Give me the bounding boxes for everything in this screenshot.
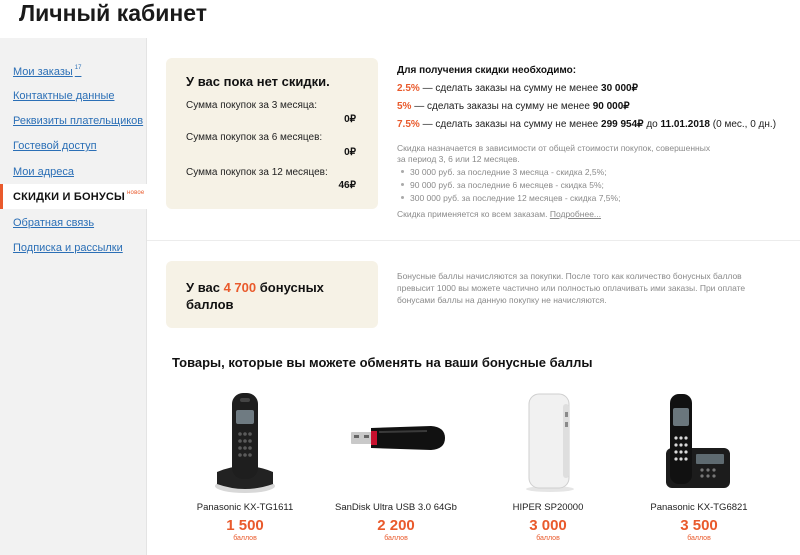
requirement-amount: 299 954₽ (601, 119, 644, 130)
page-title: Личный кабинет (19, 0, 207, 26)
requirement-amount: 30 000₽ (601, 83, 638, 94)
sidebar-item-guest-access[interactable]: Гостевой доступ (13, 140, 97, 152)
usb-flash-drive-icon (321, 390, 471, 496)
footnote-text: Скидка применяется ко всем заказам. (397, 209, 548, 219)
bonus-card: У вас 4 700 бонусных баллов (166, 261, 378, 328)
sidebar-item-feedback[interactable]: Обратная связь (13, 217, 94, 229)
requirement-percent: 2.5% (397, 83, 420, 94)
section-divider (147, 240, 800, 241)
goods-title: Товары, которые вы можете обменять на ва… (172, 355, 593, 370)
requirement-percent: 5% (397, 101, 412, 112)
sidebar-item-payers[interactable]: Реквизиты плательщиков (13, 115, 143, 127)
power-bank-icon (473, 390, 623, 496)
sum-12-months-value: 46₽ (338, 180, 357, 191)
sum-6-months-label: Сумма покупок за 6 месяцев: (186, 132, 323, 143)
list-item: 90 000 руб. за последние 6 месяцев - ски… (401, 180, 620, 190)
cordless-phone-icon (170, 390, 320, 496)
bonus-note: Бонусные баллы начисляются за покупки. П… (397, 271, 746, 305)
product-name: HIPER SP20000 (512, 502, 584, 513)
list-item: 30 000 руб. за последние 3 месяца - скид… (401, 167, 620, 177)
product-name: Panasonic KX-TG1611 (196, 502, 294, 513)
product-card[interactable]: HIPER SP20000 3 000 баллов (473, 390, 623, 542)
bullet-icon (401, 196, 404, 199)
bonus-balance: У вас 4 700 бонусных баллов (186, 279, 366, 313)
product-price: 2 200 (377, 517, 415, 534)
requirement-remaining: (0 мес., 0 дн.) (710, 119, 777, 130)
sum-12-months-label: Сумма покупок за 12 месяцев: (186, 167, 328, 178)
requirement-mid: до (643, 119, 661, 130)
sidebar-item-label: Мои заказы (13, 66, 73, 78)
cordless-phone-base-icon (624, 390, 774, 496)
product-price: 3 500 (680, 517, 718, 534)
discount-requirements: Для получения скидки необходимо: 2.5% — … (397, 65, 792, 137)
requirement-row: 5% — сделать заказы на сумму не менее 90… (397, 101, 792, 112)
discount-footnote: Скидка применяется ко всем заказам. Подр… (397, 209, 601, 219)
orders-count-badge: 17 (74, 65, 82, 71)
new-badge: новое (127, 190, 145, 196)
sum-3-months-label: Сумма покупок за 3 месяца: (186, 100, 317, 111)
sidebar-item-discounts[interactable]: СКИДКИ И БОНУСЫ новое (0, 184, 147, 209)
requirements-title: Для получения скидки необходимо: (397, 65, 577, 76)
bonus-prefix: У вас (186, 280, 224, 295)
more-link[interactable]: Подробнее... (550, 209, 601, 219)
product-card[interactable]: Panasonic KX-TG1611 1 500 баллов (170, 390, 320, 542)
bullet-icon (401, 170, 404, 173)
sum-6-months-value: 0₽ (344, 147, 356, 158)
requirement-amount: 90 000₽ (592, 101, 630, 112)
sidebar: Мои заказы 17 Контактные данные Реквизиты… (0, 38, 147, 555)
product-card[interactable]: SanDisk Ultra USB 3.0 64Gb 2 200 баллов (321, 390, 471, 542)
requirement-text: — сделать заказы на сумму не менее (419, 119, 602, 130)
requirement-text: — сделать заказы на сумму не менее (419, 83, 602, 94)
product-price: 1 500 (226, 517, 264, 534)
requirement-date: 11.01.2018 (660, 119, 711, 130)
requirement-row: 7.5% — сделать заказы на сумму не менее … (397, 119, 792, 130)
product-name: Panasonic KX-TG6821 (650, 502, 748, 513)
sidebar-item-contacts[interactable]: Контактные данные (13, 90, 114, 102)
requirement-percent: 7.5% (397, 119, 420, 130)
requirement-row: 2.5% — сделать заказы на сумму не менее … (397, 83, 792, 94)
product-price-unit: баллов (687, 535, 711, 542)
sidebar-item-orders[interactable]: Мои заказы 17 (13, 65, 81, 78)
product-price-unit: баллов (536, 535, 560, 542)
sidebar-item-label: СКИДКИ И БОНУСЫ новое (13, 190, 144, 203)
bonus-amount: 4 700 (223, 280, 257, 295)
discount-note: Скидка назначается в зависимости от обще… (397, 143, 711, 164)
requirement-text: — сделать заказы на сумму не менее (411, 101, 593, 112)
product-name: SanDisk Ultra USB 3.0 64Gb (335, 502, 457, 513)
list-item-text: 90 000 руб. за последние 6 месяцев - ски… (410, 180, 604, 190)
product-card[interactable]: Panasonic KX-TG6821 3 500 баллов (624, 390, 774, 542)
product-price: 3 000 (529, 517, 567, 534)
product-price-unit: баллов (384, 535, 408, 542)
discount-title: У вас пока нет скидки. (186, 74, 330, 89)
list-item-text: 30 000 руб. за последние 3 месяца - скид… (410, 167, 607, 177)
discount-tiers-list: 30 000 руб. за последние 3 месяца - скид… (401, 167, 620, 206)
bullet-icon (401, 183, 404, 186)
discount-card: У вас пока нет скидки. Сумма покупок за … (166, 58, 378, 209)
discounts-label: СКИДКИ И БОНУСЫ (13, 191, 126, 203)
sidebar-item-addresses[interactable]: Мои адреса (13, 166, 74, 178)
header: Личный кабинет (0, 0, 800, 38)
product-price-unit: баллов (233, 535, 257, 542)
list-item: 300 000 руб. за последние 12 месяцев - с… (401, 193, 620, 203)
sidebar-item-subscriptions[interactable]: Подписка и рассылки (13, 242, 123, 254)
sum-3-months-value: 0₽ (344, 114, 356, 125)
list-item-text: 300 000 руб. за последние 12 месяцев - с… (410, 193, 621, 203)
